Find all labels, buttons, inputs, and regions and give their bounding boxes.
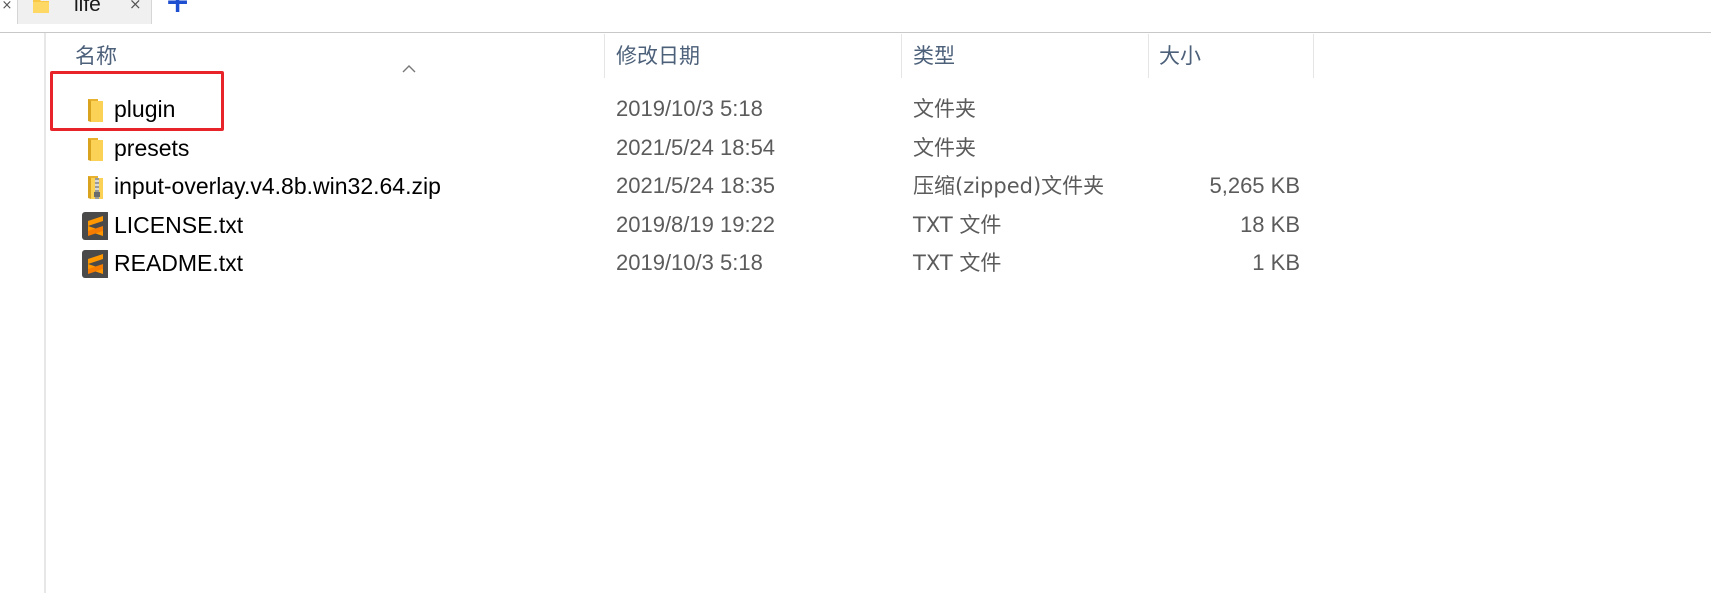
file-type: TXT 文件 [913, 251, 1002, 275]
file-modified: 2021/5/24 18:54 [616, 134, 776, 160]
file-type: 压缩(zipped)文件夹 [913, 174, 1105, 198]
file-row-zip[interactable]: input-overlay.v4.8b.win32.64.zip 2021/5/… [46, 167, 1466, 206]
highlight-annotation [50, 71, 224, 131]
column-separator[interactable] [1313, 34, 1314, 78]
column-separator[interactable] [1148, 34, 1149, 78]
file-size: 1 KB [1252, 250, 1300, 275]
file-row-license[interactable]: LICENSE.txt 2019/8/19 19:22 TXT 文件 18 KB [46, 206, 1466, 245]
column-header-row: 名称 修改日期 类型 大小 [46, 34, 1711, 78]
tab-close-button[interactable]: × [129, 0, 142, 14]
file-list: plugin 2019/10/3 5:18 文件夹 presets 2021/5… [46, 90, 1466, 283]
new-tab-button[interactable]: + [165, 0, 190, 18]
tab-life[interactable]: life × [18, 0, 152, 24]
column-separator[interactable] [901, 34, 902, 78]
file-name: input-overlay.v4.8b.win32.64.zip [114, 173, 441, 199]
column-header-type[interactable]: 类型 [913, 34, 1148, 78]
file-modified: 2019/10/3 5:18 [616, 250, 763, 275]
column-separator[interactable] [604, 34, 605, 78]
tab-title: life [74, 0, 101, 16]
file-name: presets [114, 134, 190, 161]
previous-tab-close-button[interactable]: × [0, 0, 14, 16]
file-modified: 2019/8/19 19:22 [616, 211, 776, 237]
column-header-modified[interactable]: 修改日期 [616, 34, 901, 78]
file-row-plugin[interactable]: plugin 2019/10/3 5:18 文件夹 [46, 90, 1466, 129]
file-modified: 2021/5/24 18:35 [616, 173, 776, 198]
zip-folder-icon [88, 176, 103, 199]
column-header-size[interactable]: 大小 [1159, 34, 1313, 78]
file-name: LICENSE.txt [114, 211, 244, 238]
file-type: 文件夹 [913, 97, 976, 121]
file-type: TXT 文件 [913, 212, 1002, 237]
file-size: 5,265 KB [1209, 173, 1300, 198]
tab-strip: × life × + [0, 0, 1711, 33]
file-size: 18 KB [1240, 211, 1300, 237]
folder-icon [88, 137, 103, 161]
file-row-readme[interactable]: README.txt 2019/10/3 5:18 TXT 文件 1 KB [46, 244, 1466, 283]
file-name: README.txt [114, 250, 244, 276]
sublime-text-icon [82, 250, 108, 278]
file-modified: 2019/10/3 5:18 [616, 96, 763, 121]
folder-icon [33, 0, 49, 13]
file-row-presets[interactable]: presets 2021/5/24 18:54 文件夹 [46, 129, 1466, 168]
sublime-text-icon [82, 211, 108, 240]
file-type: 文件夹 [913, 135, 976, 160]
